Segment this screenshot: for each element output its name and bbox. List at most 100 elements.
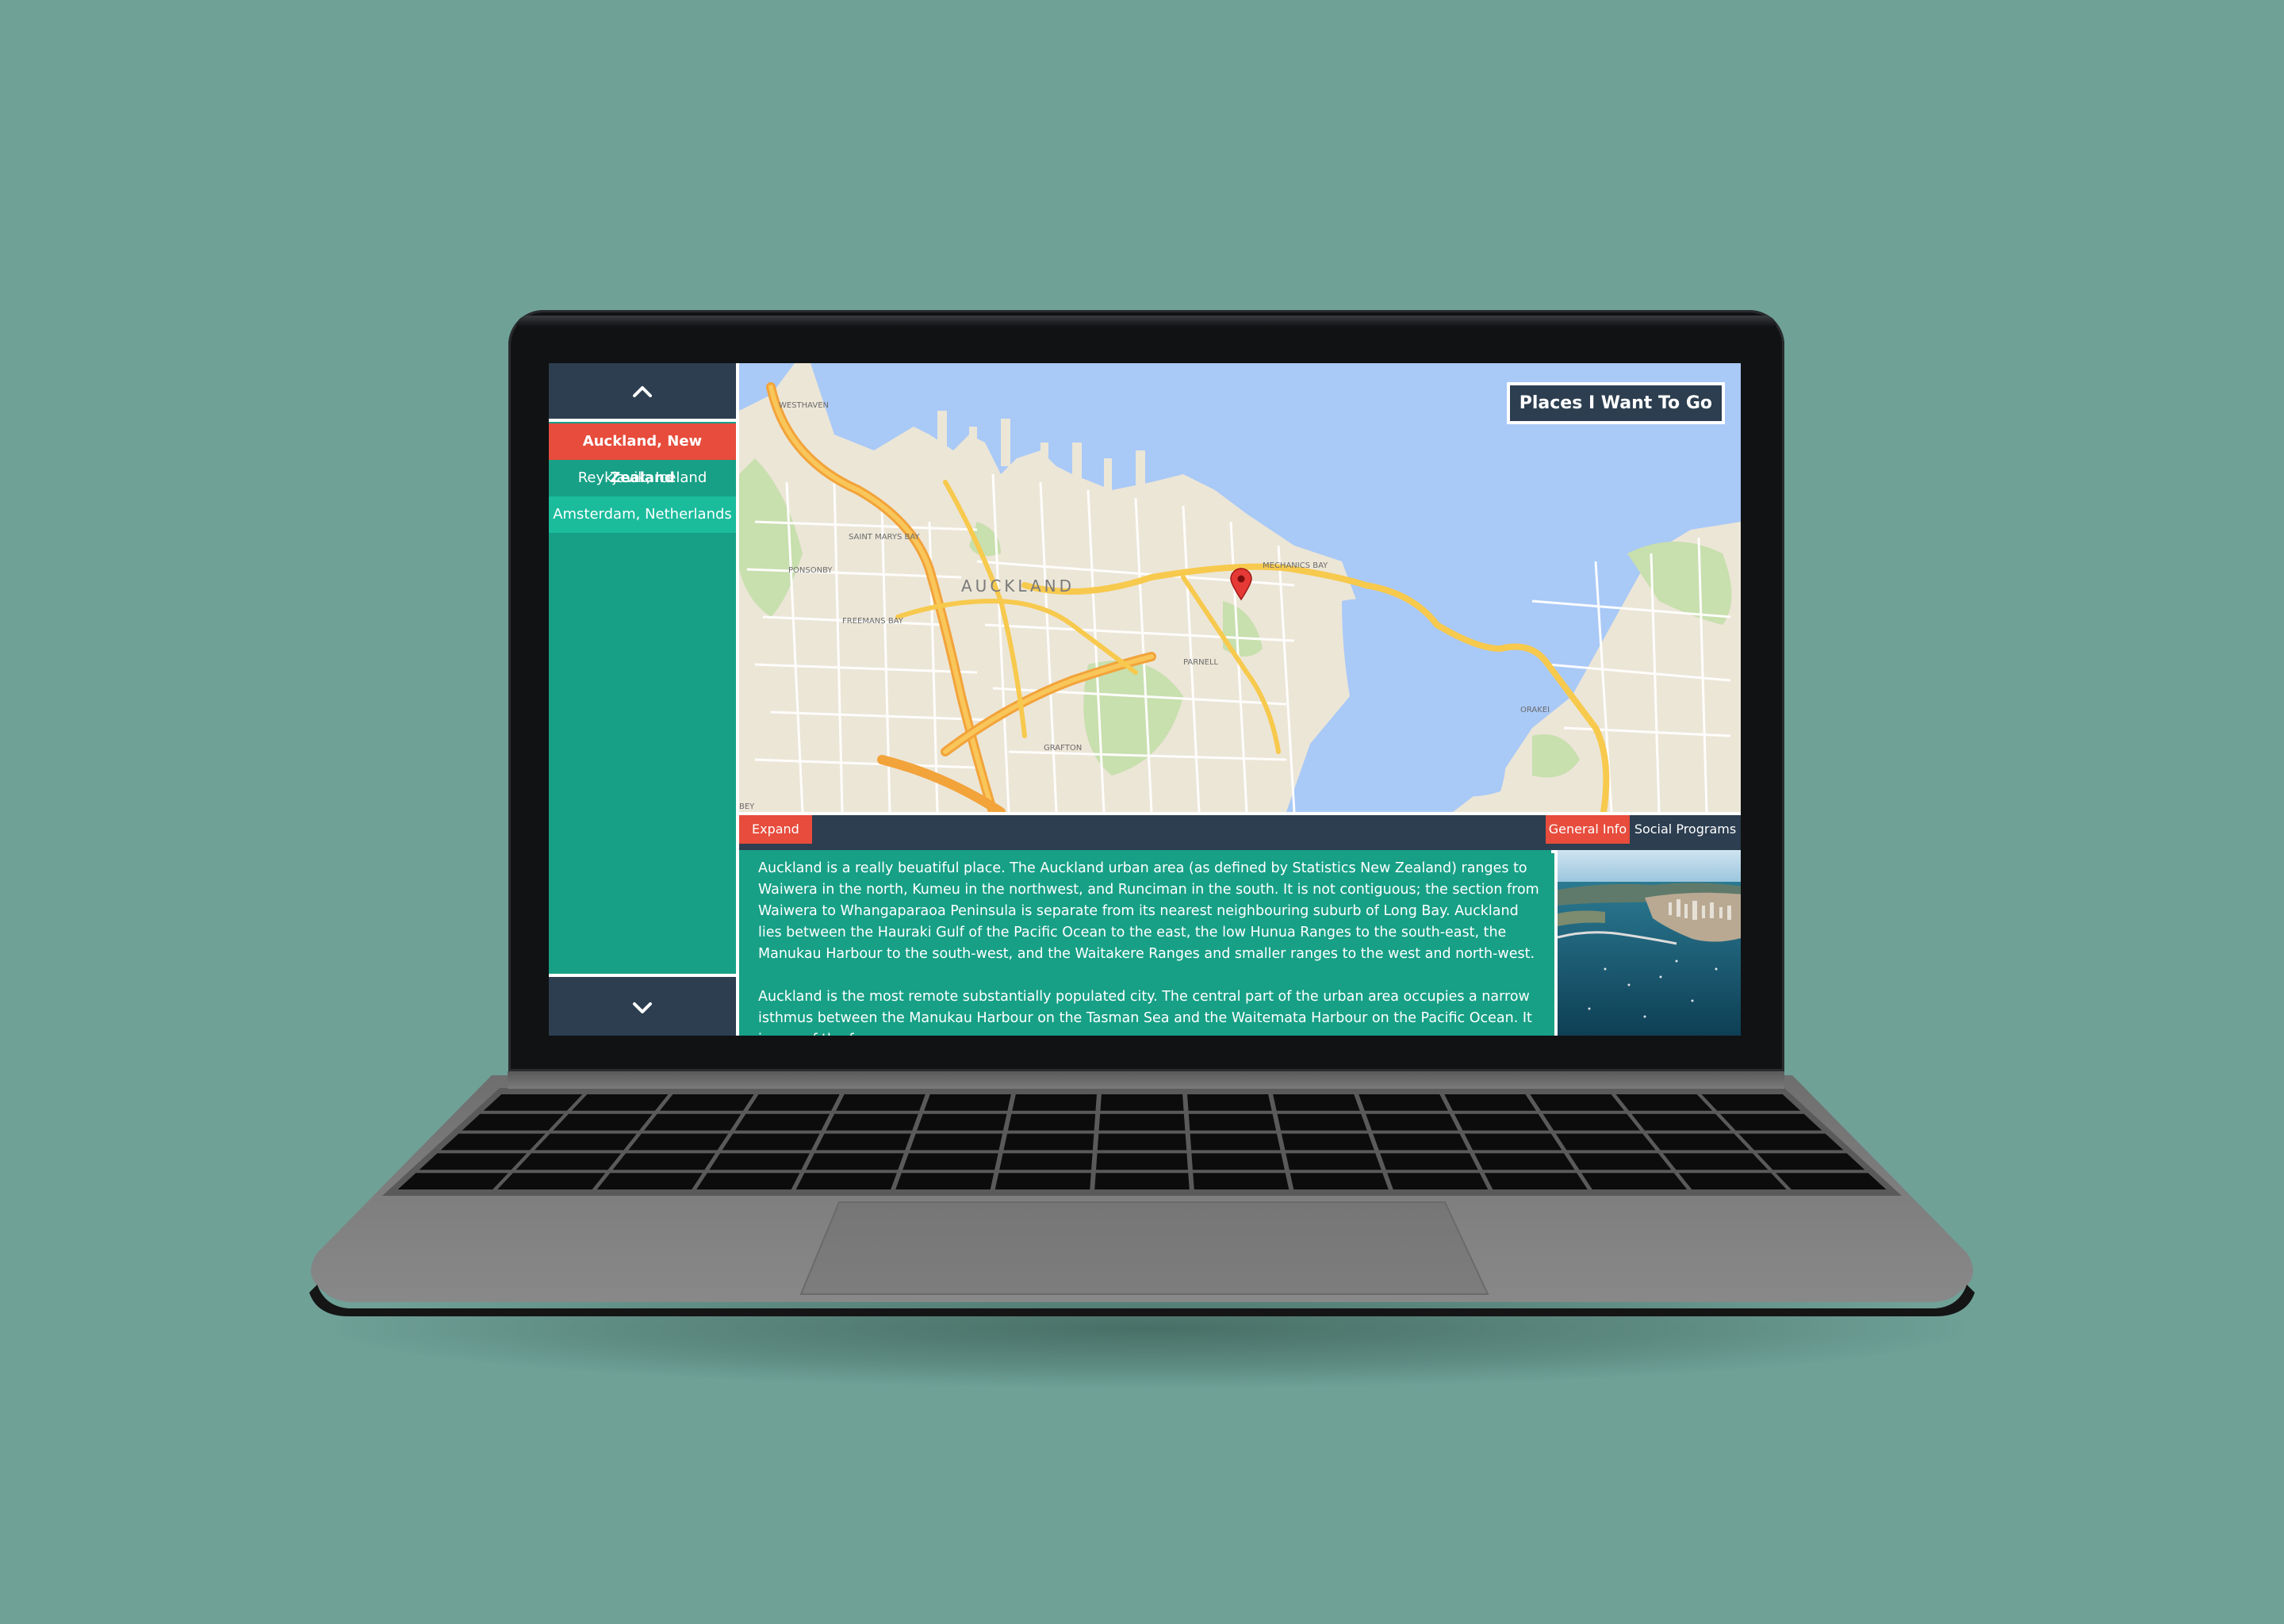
trackpad	[799, 1201, 1489, 1295]
app-title: Places I Want To Go	[1506, 382, 1725, 424]
scroll-down-button[interactable]	[549, 974, 736, 1036]
keyboard-key	[1190, 1133, 1281, 1151]
keyboard-key	[1098, 1113, 1186, 1131]
map-label-bey: BEY	[739, 802, 755, 811]
map-label-westhaven: WESTHAVEN	[779, 401, 829, 410]
keyboard-key	[571, 1094, 669, 1111]
place-item-reykjavik[interactable]: Reykjavik, Iceland	[549, 460, 736, 496]
description-paragraph: Auckland is the most remote substantiall…	[758, 989, 1532, 1036]
keyboard-key	[917, 1113, 1007, 1131]
keyboard-key	[696, 1173, 800, 1189]
keyboard-key	[1290, 1173, 1389, 1189]
keyboard-key	[1444, 1094, 1537, 1111]
map-city-label: AUCKLAND	[961, 576, 1075, 596]
keyboard-key	[1187, 1094, 1272, 1111]
keyboard-key	[1569, 1153, 1672, 1170]
keyboard-key	[1012, 1094, 1097, 1111]
scroll-up-button[interactable]	[549, 363, 736, 422]
map-label-saint-marys-bay: SAINT MARYS BAY	[849, 533, 920, 542]
description-paragraph: Auckland is a really beuatiful place. Th…	[758, 860, 1539, 962]
keyboard-key	[596, 1173, 703, 1189]
map-label-mechanics-bay: MECHANICS BAY	[1263, 561, 1328, 570]
places-list: Auckland, New Zealand Reykjavik, Iceland…	[549, 423, 736, 533]
keyboard-key	[1100, 1094, 1184, 1111]
tab-social-programs[interactable]: Social Programs	[1630, 815, 1741, 844]
keyboard-key	[826, 1113, 918, 1131]
aerial-city-image	[1558, 850, 1741, 1036]
keyboard-key	[419, 1153, 527, 1170]
expand-button[interactable]: Expand	[739, 815, 812, 844]
keyboard-key	[1277, 1113, 1367, 1131]
place-description: Auckland is a really beuatiful place. Th…	[739, 850, 1551, 1036]
keyboard-key	[734, 1113, 830, 1131]
keyboard-key	[1188, 1113, 1277, 1131]
place-photo	[1554, 850, 1741, 1036]
keyboard-key	[1003, 1133, 1094, 1151]
tab-general-info[interactable]: General Info	[1546, 815, 1630, 844]
keyboard-key	[836, 1094, 925, 1111]
app-screen: Auckland, New Zealand Reykjavik, Iceland…	[549, 363, 1741, 1036]
keyboard-key	[747, 1094, 840, 1111]
map-label-freemans-bay: FREEMANS BAY	[842, 617, 904, 626]
keyboard-key	[1373, 1133, 1469, 1151]
keyboard-key	[1454, 1113, 1550, 1131]
keyboard-key	[1678, 1173, 1787, 1189]
keyboard-key	[1096, 1153, 1188, 1170]
keyboard-key	[1007, 1113, 1096, 1131]
keyboard-key	[795, 1173, 897, 1189]
keyboard-key	[397, 1173, 508, 1189]
keyboard-key	[1542, 1113, 1640, 1131]
map-label-orakei: ORAKEI	[1520, 706, 1550, 714]
map-label-parnell: PARNELL	[1183, 658, 1219, 667]
keyboard-key	[1757, 1153, 1865, 1170]
keyboard-key	[1720, 1113, 1822, 1131]
keyboard-key	[628, 1133, 729, 1151]
keyboard-key	[1615, 1094, 1713, 1111]
keyboard-key	[1662, 1153, 1769, 1170]
keyboard-key	[1380, 1153, 1478, 1170]
detail-toolbar: Expand General Info Social Programs	[739, 812, 1741, 853]
keyboard-key	[440, 1133, 546, 1151]
keyboard-key	[1273, 1094, 1360, 1111]
keyboard-key	[1464, 1133, 1562, 1151]
keyboard-key	[924, 1094, 1011, 1111]
keyboard-key	[1738, 1133, 1844, 1151]
keyboard-key	[1647, 1133, 1750, 1151]
keyboard-key	[553, 1113, 653, 1131]
keyboard-key	[497, 1173, 606, 1189]
map-canvas: WESTHAVEN SAINT MARYS BAY PONSONBY FREEM…	[739, 363, 1741, 812]
keyboard-key	[910, 1133, 1003, 1151]
map-view[interactable]: WESTHAVEN SAINT MARYS BAY PONSONBY FREEM…	[739, 363, 1741, 812]
keyboard-key	[1097, 1133, 1187, 1151]
keyboard-key	[515, 1153, 622, 1170]
keyboard-key	[994, 1173, 1091, 1189]
place-item-auckland[interactable]: Auckland, New Zealand	[549, 423, 736, 486]
chevron-up-icon	[633, 386, 652, 397]
keyboard-key	[1530, 1094, 1625, 1111]
map-label-ponsonby: PONSONBY	[788, 566, 833, 575]
place-item-amsterdam[interactable]: Amsterdam, Netherlands	[549, 496, 736, 533]
keyboard-key	[1193, 1173, 1290, 1189]
map-label-grafton: GRAFTON	[1044, 744, 1082, 753]
keyboard-key	[722, 1133, 820, 1151]
keyboard-key	[1387, 1173, 1489, 1189]
keyboard-key	[895, 1173, 994, 1189]
laptop-hinge	[508, 1071, 1784, 1089]
keyboard-key	[534, 1133, 637, 1151]
keyboard-key	[1474, 1153, 1575, 1170]
keyboard-key	[1484, 1173, 1588, 1189]
keyboard-key	[1281, 1133, 1374, 1151]
keyboard-key	[709, 1153, 810, 1170]
keyboard-key	[1555, 1133, 1656, 1151]
keyboard-key	[1359, 1094, 1448, 1111]
keyboard-key	[806, 1153, 904, 1170]
keyboard-key	[815, 1133, 911, 1151]
keyboard-key	[1581, 1173, 1688, 1189]
keyboard-key	[1191, 1153, 1285, 1170]
keyboard-key	[1776, 1173, 1887, 1189]
keyboard-key	[902, 1153, 998, 1170]
keyboard-key	[644, 1113, 742, 1131]
places-sidebar: Auckland, New Zealand Reykjavik, Iceland…	[549, 363, 739, 1036]
keyboard-key	[612, 1153, 715, 1170]
keyboard-key	[462, 1113, 564, 1131]
